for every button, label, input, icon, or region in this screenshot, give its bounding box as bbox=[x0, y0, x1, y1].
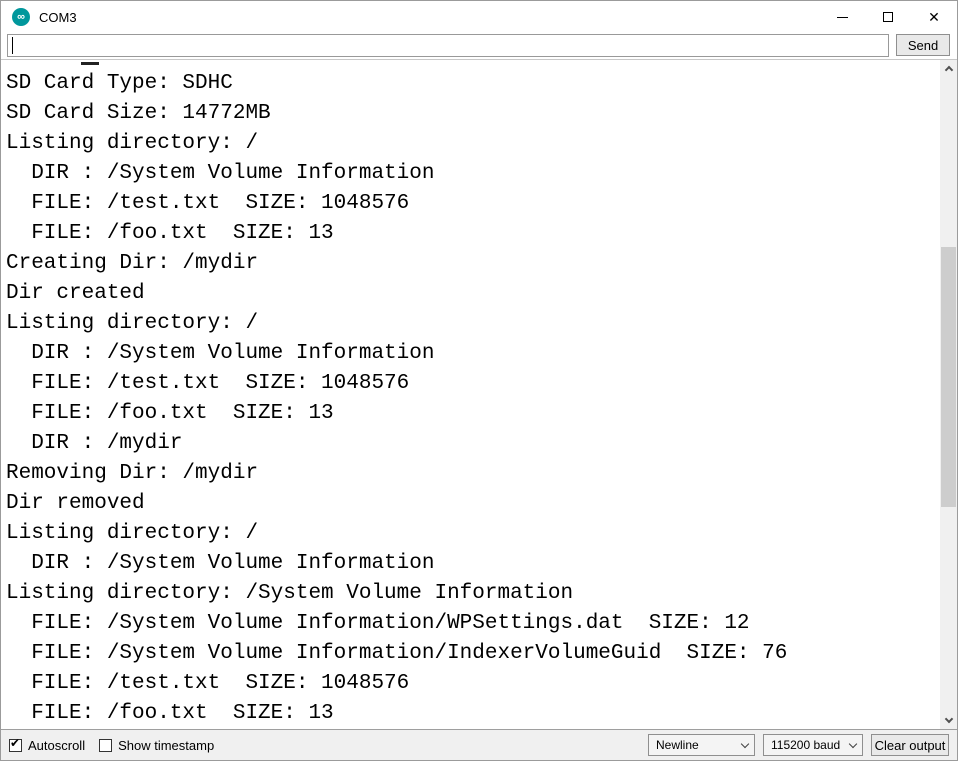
arduino-infinity-glyph: ∞ bbox=[17, 12, 25, 23]
chevron-down-icon bbox=[944, 715, 952, 723]
status-bar: ✔ Autoscroll ✔ Show timestamp Newline 11… bbox=[1, 729, 957, 760]
clear-output-button[interactable]: Clear output bbox=[871, 734, 949, 756]
close-icon: ✕ bbox=[928, 10, 940, 24]
chevron-down-icon bbox=[849, 739, 857, 747]
line-ending-value: Newline bbox=[656, 738, 742, 752]
minimize-icon bbox=[837, 17, 848, 18]
scroll-up-button[interactable] bbox=[940, 60, 957, 77]
autoscroll-toggle[interactable]: ✔ Autoscroll bbox=[9, 738, 85, 753]
arduino-infinity-icon: ∞ bbox=[12, 8, 30, 26]
scrollbar-thumb[interactable] bbox=[941, 247, 956, 507]
autoscroll-checkbox[interactable]: ✔ bbox=[9, 739, 22, 752]
window-title: COM3 bbox=[39, 10, 77, 25]
clipped-line-fragment bbox=[81, 62, 99, 65]
check-icon: ✔ bbox=[10, 737, 20, 749]
minimize-button[interactable] bbox=[819, 1, 865, 33]
vertical-scrollbar[interactable] bbox=[940, 60, 957, 729]
serial-output-text: SD Card Type: SDHC SD Card Size: 14772MB… bbox=[1, 60, 957, 729]
show-timestamp-toggle[interactable]: ✔ Show timestamp bbox=[99, 738, 214, 753]
autoscroll-label: Autoscroll bbox=[28, 738, 85, 753]
baud-rate-select[interactable]: 115200 baud bbox=[763, 734, 863, 756]
chevron-up-icon bbox=[944, 66, 952, 74]
send-row: Send bbox=[1, 33, 957, 59]
text-caret bbox=[12, 37, 13, 54]
titlebar: ∞ COM3 ✕ bbox=[1, 1, 957, 33]
chevron-down-icon bbox=[741, 739, 749, 747]
send-button[interactable]: Send bbox=[896, 34, 950, 56]
scroll-down-button[interactable] bbox=[940, 712, 957, 729]
maximize-icon bbox=[883, 12, 893, 22]
serial-output-area[interactable]: SD Card Type: SDHC SD Card Size: 14772MB… bbox=[1, 59, 957, 729]
line-ending-select[interactable]: Newline bbox=[648, 734, 755, 756]
serial-monitor-window: ∞ COM3 ✕ Send SD Card Type: SDHC SD Card… bbox=[0, 0, 958, 761]
send-input[interactable] bbox=[7, 34, 889, 57]
maximize-button[interactable] bbox=[865, 1, 911, 33]
show-timestamp-label: Show timestamp bbox=[118, 738, 214, 753]
close-button[interactable]: ✕ bbox=[911, 1, 957, 33]
send-input-wrap bbox=[7, 34, 889, 57]
window-controls: ✕ bbox=[819, 1, 957, 33]
baud-rate-value: 115200 baud bbox=[771, 738, 850, 752]
show-timestamp-checkbox[interactable]: ✔ bbox=[99, 739, 112, 752]
